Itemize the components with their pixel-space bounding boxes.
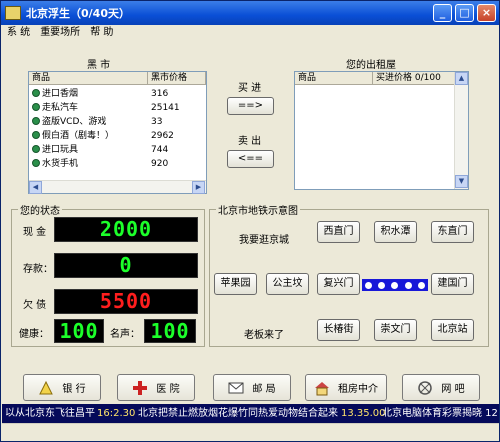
item-icon — [32, 89, 40, 97]
title-bar: 北京浮生（0/40天） _ □ × — [1, 1, 499, 25]
fame-label: 名声： — [110, 329, 140, 340]
ticker-item: 以从北京东飞往昌平 — [5, 408, 95, 419]
menu-bar: 系 统 重要场所 帮 助 — [1, 25, 499, 41]
scroll-left-icon[interactable]: ◀ — [29, 181, 42, 194]
station-jishuitan[interactable]: 积水潭 — [374, 221, 417, 243]
list-item[interactable]: 盗版VCD、游戏 — [32, 116, 150, 128]
rental-agency-button[interactable]: 租房中介 — [305, 374, 387, 401]
list-item[interactable]: 假白酒（剧毒！） — [32, 130, 150, 142]
list-item[interactable]: 走私汽车 — [32, 102, 150, 114]
maximize-button[interactable]: □ — [455, 4, 474, 22]
scroll-down-icon[interactable]: ▼ — [455, 175, 468, 188]
sell-label: 卖 出 — [238, 136, 262, 147]
horizontal-scrollbar[interactable]: ◀ ▶ — [29, 180, 206, 194]
station-chongwenmen[interactable]: 崇文门 — [374, 319, 417, 341]
game-window: 北京浮生（0/40天） _ □ × 系 统 重要场所 帮 助 黑 市 商品 黑市… — [0, 0, 500, 442]
hospital-icon — [132, 380, 148, 396]
bank-button[interactable]: 银 行 — [23, 374, 101, 401]
item-icon — [32, 145, 40, 153]
menu-system[interactable]: 系 统 — [7, 25, 30, 41]
stop-dot — [378, 281, 386, 289]
deposit-display: 0 — [54, 253, 198, 278]
station-jianguomen[interactable]: 建国门 — [431, 273, 474, 295]
item-price: 33 — [151, 117, 163, 127]
station-pingguoyuan[interactable]: 苹果园 — [214, 273, 257, 295]
station-fuxingmen[interactable]: 复兴门 — [317, 273, 360, 295]
house-icon — [314, 380, 330, 396]
fame-display: 100 — [144, 319, 196, 343]
subway-hint-bottom: 老板来了 — [244, 330, 284, 341]
post-office-button[interactable]: 邮 局 — [213, 374, 291, 401]
item-icon — [32, 103, 40, 111]
station-xizhimen[interactable]: 西直门 — [317, 221, 360, 243]
subway-hint-top: 我要逛京城 — [239, 235, 289, 246]
app-icon — [5, 6, 21, 20]
hospital-button[interactable]: 医 院 — [117, 374, 195, 401]
rental-list[interactable]: 商品 买进价格 0/100 ▲ ▼ — [294, 71, 469, 190]
debt-label: 欠 债 — [23, 300, 47, 311]
item-icon — [32, 117, 40, 125]
list-item[interactable]: 水货手机 — [32, 158, 150, 170]
item-price: 920 — [151, 159, 169, 169]
vertical-scrollbar[interactable]: ▲ ▼ — [454, 72, 468, 189]
item-price: 2962 — [151, 131, 174, 141]
rental-label: 您的出租屋 — [346, 60, 396, 71]
internet-cafe-button[interactable]: 网 吧 — [402, 374, 480, 401]
stop-dot — [391, 281, 399, 289]
envelope-icon — [228, 380, 244, 396]
item-price: 316 — [151, 89, 169, 99]
col-header-item[interactable]: 商品 — [295, 72, 373, 85]
black-market-label: 黑 市 — [87, 60, 111, 71]
station-gongzhufen[interactable]: 公主坟 — [266, 273, 309, 295]
subway-label: 北京市地铁示意图 — [218, 206, 298, 217]
item-icon — [32, 159, 40, 167]
ticker-time: 13.35.00 — [341, 408, 386, 419]
item-price: 744 — [151, 145, 169, 155]
health-display: 100 — [54, 319, 104, 343]
list-item[interactable]: 进口香烟 — [32, 88, 150, 100]
cash-display: 2000 — [54, 217, 198, 242]
scroll-right-icon[interactable]: ▶ — [192, 181, 205, 194]
bank-icon — [38, 380, 54, 396]
stop-dot — [417, 281, 425, 289]
buy-button[interactable]: ==> — [227, 97, 274, 115]
close-button[interactable]: × — [477, 4, 496, 22]
scroll-up-icon[interactable]: ▲ — [455, 72, 468, 85]
item-icon — [32, 131, 40, 139]
stop-dot — [404, 281, 412, 289]
subway-line-indicator — [362, 279, 428, 291]
col-header-price[interactable]: 黑市价格 — [148, 72, 206, 85]
status-label: 您的状态 — [20, 206, 60, 217]
deposit-label: 存款： — [23, 264, 53, 275]
minimize-button[interactable]: _ — [433, 4, 452, 22]
ticker-item: 北京把禁止燃放烟花爆竹同热爱动物结合起来 — [138, 408, 338, 419]
cash-label: 现 金 — [23, 227, 47, 238]
menu-places[interactable]: 重要场所 — [40, 25, 80, 41]
sell-button[interactable]: <== — [227, 150, 274, 168]
col-header-item[interactable]: 商品 — [29, 72, 148, 85]
ticker-time: 16:2.30 — [97, 408, 136, 419]
station-beijingzhan[interactable]: 北京站 — [431, 319, 474, 341]
debt-display: 5500 — [54, 289, 198, 314]
item-price: 25141 — [151, 103, 180, 113]
status-bar — [2, 423, 499, 441]
station-changchunjie[interactable]: 长椿街 — [317, 319, 360, 341]
menu-help[interactable]: 帮 助 — [90, 25, 113, 41]
network-icon — [417, 380, 433, 396]
buy-label: 买 进 — [238, 83, 262, 94]
col-header-buy-price[interactable]: 买进价格 0/100 — [373, 72, 456, 85]
station-dongzhimen[interactable]: 东直门 — [431, 221, 474, 243]
black-market-list[interactable]: 商品 黑市价格 进口香烟 316 走私汽车 25141 盗版VCD、游戏 33 … — [28, 71, 207, 194]
window-title: 北京浮生（0/40天） — [26, 7, 130, 20]
news-ticker: 以从北京东飞往昌平 16:2.30 北京把禁止燃放烟花爆竹同热爱动物结合起来 1… — [2, 404, 499, 423]
stop-dot — [365, 281, 373, 289]
health-label: 健康： — [19, 329, 49, 340]
list-item[interactable]: 进口玩具 — [32, 144, 150, 156]
ticker-item: 北京电脑体育彩票揭晓 12 — [382, 408, 498, 419]
